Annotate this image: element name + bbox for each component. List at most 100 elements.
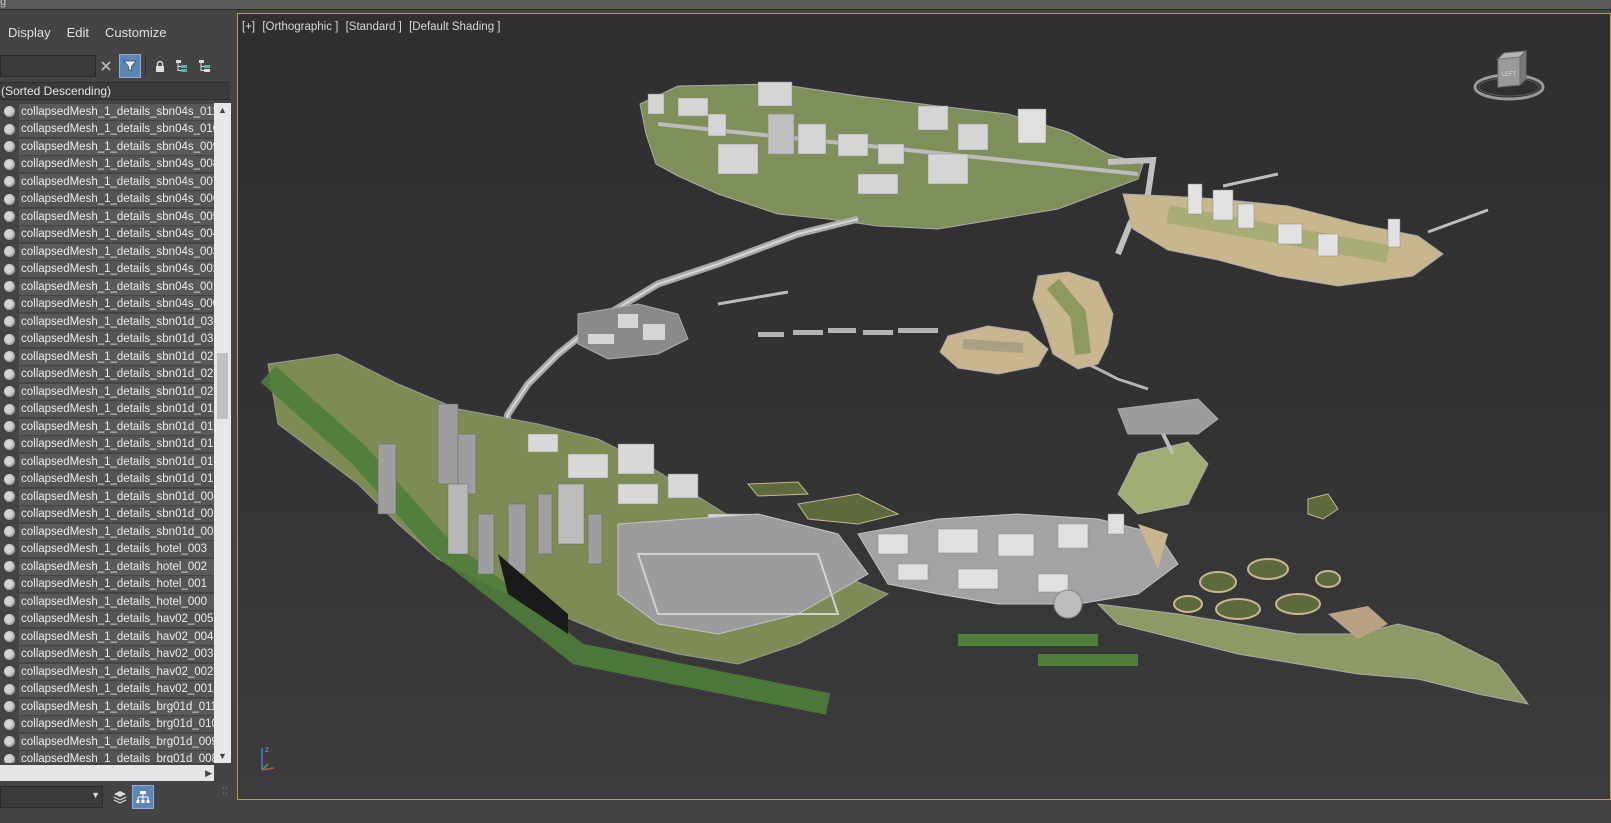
visibility-bulb-icon[interactable] — [4, 228, 15, 240]
list-item[interactable]: collapsedMesh_1_details_sbn01d_022 — [0, 383, 214, 401]
list-item[interactable]: collapsedMesh_1_details_hav02_002 — [0, 663, 214, 681]
viewport-menu-projection[interactable]: [Orthographic ] — [262, 21, 338, 33]
scroll-thumb[interactable] — [217, 353, 228, 419]
visibility-bulb-icon[interactable] — [4, 683, 15, 695]
visibility-bulb-icon[interactable] — [4, 263, 15, 275]
list-horizontal-scrollbar[interactable]: ▶ — [0, 765, 214, 781]
resize-grip-icon[interactable]: ⁚⁚ — [222, 786, 228, 797]
layers-icon[interactable] — [109, 785, 131, 809]
list-item[interactable]: collapsedMesh_1_details_hotel_001 — [0, 576, 214, 594]
perspective-viewport[interactable]: [+] [Orthographic ] [Standard ] [Default… — [237, 13, 1611, 800]
lock-icon[interactable] — [149, 54, 171, 78]
list-item[interactable]: collapsedMesh_1_details_sbn04s_000 — [0, 296, 214, 314]
visibility-bulb-icon[interactable] — [4, 613, 15, 625]
visibility-bulb-icon[interactable] — [4, 578, 15, 590]
list-item[interactable]: collapsedMesh_1_details_hotel_003 — [0, 541, 214, 559]
list-item[interactable]: collapsedMesh_1_details_sbn01d_031 — [0, 331, 214, 349]
viewport-menu-plus[interactable]: [+] — [242, 21, 255, 33]
visibility-bulb-icon[interactable] — [4, 561, 15, 573]
list-item[interactable]: collapsedMesh_1_details_brg01d_008 — [0, 751, 214, 763]
visibility-bulb-icon[interactable] — [4, 316, 15, 328]
visibility-bulb-icon[interactable] — [4, 631, 15, 643]
visibility-bulb-icon[interactable] — [4, 211, 15, 223]
visibility-bulb-icon[interactable] — [4, 193, 15, 205]
visibility-bulb-icon[interactable] — [4, 526, 15, 538]
hierarchy-icon[interactable] — [171, 54, 193, 78]
visibility-bulb-icon[interactable] — [4, 106, 15, 118]
list-item[interactable]: collapsedMesh_1_details_sbn01d_032 — [0, 313, 214, 331]
list-item[interactable]: collapsedMesh_1_details_sbn01d_029 — [0, 348, 214, 366]
list-item[interactable]: collapsedMesh_1_details_sbn04s_007 — [0, 173, 214, 191]
visibility-bulb-icon[interactable] — [4, 648, 15, 660]
scroll-up-icon[interactable]: ▲ — [214, 103, 231, 117]
viewport-menu-standard[interactable]: [Standard ] — [346, 21, 402, 33]
visibility-bulb-icon[interactable] — [4, 438, 15, 450]
visibility-bulb-icon[interactable] — [4, 701, 15, 713]
menu-display[interactable]: Display — [0, 22, 59, 44]
scroll-down-icon[interactable]: ▼ — [214, 749, 231, 763]
hierarchy-view-icon[interactable] — [132, 785, 154, 809]
list-item[interactable]: collapsedMesh_1_details_sbn04s_004 — [0, 226, 214, 244]
list-item[interactable]: collapsedMesh_1_details_sbn01d_001 — [0, 523, 214, 541]
visibility-bulb-icon[interactable] — [4, 333, 15, 345]
visibility-bulb-icon[interactable] — [4, 491, 15, 503]
list-item[interactable]: collapsedMesh_1_details_brg01d_011 — [0, 698, 214, 716]
visibility-bulb-icon[interactable] — [4, 351, 15, 363]
layer-dropdown[interactable]: ▼ — [0, 786, 103, 808]
visibility-bulb-icon[interactable] — [4, 456, 15, 468]
list-item[interactable]: collapsedMesh_1_details_brg01d_009 — [0, 733, 214, 751]
visibility-bulb-icon[interactable] — [4, 246, 15, 258]
list-item[interactable]: collapsedMesh_1_details_sbn01d_004 — [0, 488, 214, 506]
list-item[interactable]: collapsedMesh_1_details_brg01d_010 — [0, 716, 214, 734]
list-item[interactable]: collapsedMesh_1_details_hav02_003 — [0, 646, 214, 664]
list-vertical-scrollbar[interactable]: ▲ ▼ — [214, 103, 231, 763]
visibility-bulb-icon[interactable] — [4, 421, 15, 433]
list-item[interactable]: collapsedMesh_1_details_hav02_001 — [0, 681, 214, 699]
list-item[interactable]: collapsedMesh_1_details_sbn01d_016 — [0, 453, 214, 471]
visibility-bulb-icon[interactable] — [4, 718, 15, 730]
viewport-menu-shading[interactable]: [Default Shading ] — [409, 21, 500, 33]
menu-customize[interactable]: Customize — [97, 22, 174, 44]
list-item[interactable]: collapsedMesh_1_details_hotel_000 — [0, 593, 214, 611]
visibility-bulb-icon[interactable] — [4, 403, 15, 415]
visibility-bulb-icon[interactable] — [4, 596, 15, 608]
visibility-bulb-icon[interactable] — [4, 753, 15, 763]
list-item[interactable]: collapsedMesh_1_details_hotel_002 — [0, 558, 214, 576]
list-item[interactable]: collapsedMesh_1_details_sbn04s_011 — [0, 103, 214, 121]
visibility-bulb-icon[interactable] — [4, 508, 15, 520]
visibility-bulb-icon[interactable] — [4, 386, 15, 398]
visibility-bulb-icon[interactable] — [4, 543, 15, 555]
list-item[interactable]: collapsedMesh_1_details_hav02_005 — [0, 611, 214, 629]
list-item[interactable]: collapsedMesh_1_details_sbn04s_001 — [0, 278, 214, 296]
list-item[interactable]: collapsedMesh_1_details_sbn04s_003 — [0, 243, 214, 261]
sort-column-header[interactable]: (Sorted Descending) — [0, 82, 230, 100]
list-item[interactable]: collapsedMesh_1_details_sbn01d_003 — [0, 506, 214, 524]
list-item[interactable]: collapsedMesh_1_details_sbn04s_010 — [0, 121, 214, 139]
visibility-bulb-icon[interactable] — [4, 368, 15, 380]
visibility-bulb-icon[interactable] — [4, 158, 15, 170]
viewcube-icon[interactable]: LEFT — [1471, 49, 1547, 105]
visibility-bulb-icon[interactable] — [4, 141, 15, 153]
visibility-bulb-icon[interactable] — [4, 123, 15, 135]
list-item[interactable]: collapsedMesh_1_details_sbn04s_002 — [0, 261, 214, 279]
list-item[interactable]: collapsedMesh_1_details_sbn01d_026 — [0, 366, 214, 384]
list-item[interactable]: collapsedMesh_1_details_sbn01d_018 — [0, 418, 214, 436]
list-item[interactable]: collapsedMesh_1_details_sbn01d_017 — [0, 436, 214, 454]
menu-edit[interactable]: Edit — [59, 22, 97, 44]
list-item[interactable]: collapsedMesh_1_details_sbn04s_008 — [0, 156, 214, 174]
visibility-bulb-icon[interactable] — [4, 298, 15, 310]
visibility-bulb-icon[interactable] — [4, 473, 15, 485]
visibility-bulb-icon[interactable] — [4, 281, 15, 293]
visibility-bulb-icon[interactable] — [4, 176, 15, 188]
list-item[interactable]: collapsedMesh_1_details_hav02_004 — [0, 628, 214, 646]
hierarchy-expand-icon[interactable] — [194, 54, 216, 78]
filter-toggle-icon[interactable] — [119, 54, 141, 78]
list-item[interactable]: collapsedMesh_1_details_sbn01d_019 — [0, 401, 214, 419]
search-input[interactable] — [0, 55, 96, 77]
visibility-bulb-icon[interactable] — [4, 736, 15, 748]
list-item[interactable]: collapsedMesh_1_details_sbn04s_009 — [0, 138, 214, 156]
hscroll-thumb[interactable] — [0, 768, 195, 778]
list-item[interactable]: collapsedMesh_1_details_sbn04s_006 — [0, 191, 214, 209]
clear-search-icon[interactable] — [95, 54, 117, 78]
visibility-bulb-icon[interactable] — [4, 666, 15, 678]
